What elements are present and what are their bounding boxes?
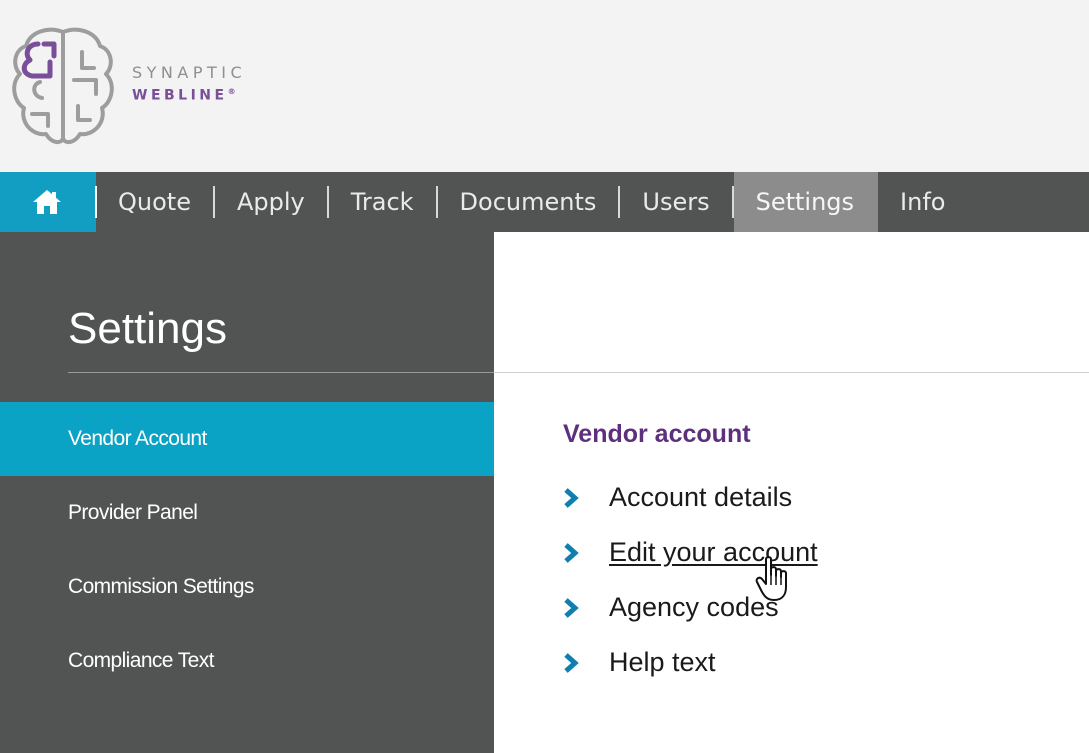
nav-quote[interactable]: Quote (96, 172, 215, 232)
sidebar-item-commission-settings[interactable]: Commission Settings (0, 550, 494, 624)
list-item: Account details (563, 470, 818, 525)
nav-apply[interactable]: Apply (215, 172, 329, 232)
brand-name: SYNAPTIC WEBLINE® (132, 63, 246, 105)
list-item: Edit your account (563, 525, 818, 580)
main-nav: Quote Apply Track Documents Users Settin… (0, 172, 1089, 232)
sidebar-item-compliance-text[interactable]: Compliance Text (0, 624, 494, 698)
sidebar: Settings Vendor Account Provider Panel C… (0, 232, 494, 753)
sidebar-item-provider-panel[interactable]: Provider Panel (0, 476, 494, 550)
list-item: Help text (563, 635, 818, 690)
section-title: Vendor account (563, 420, 751, 448)
chevron-right-icon (564, 652, 579, 673)
nav-track[interactable]: Track (329, 172, 438, 232)
account-details-link[interactable]: Account details (609, 482, 792, 513)
chevron-right-icon (564, 487, 579, 508)
brand-line1: SYNAPTIC (132, 63, 247, 82)
agency-codes-link[interactable]: Agency codes (609, 592, 779, 623)
sidebar-divider (68, 372, 494, 373)
sidebar-item-vendor-account[interactable]: Vendor Account (0, 402, 494, 476)
brand-line2-text: WEBLINE (132, 87, 228, 104)
list-item: Agency codes (563, 580, 818, 635)
chevron-right-icon (564, 542, 579, 563)
header: SYNAPTIC WEBLINE® (0, 0, 1089, 172)
chevron-right-icon (564, 597, 579, 618)
registered-mark: ® (227, 87, 236, 96)
help-text-link[interactable]: Help text (609, 647, 716, 678)
edit-your-account-link[interactable]: Edit your account (609, 537, 818, 568)
brain-logo-icon (12, 27, 114, 145)
sidebar-menu: Vendor Account Provider Panel Commission… (0, 402, 494, 698)
brand-line2: WEBLINE® (132, 83, 246, 105)
nav-info[interactable]: Info (878, 172, 969, 232)
nav-documents[interactable]: Documents (438, 172, 621, 232)
content-divider (494, 372, 1089, 373)
home-icon (33, 190, 61, 214)
nav-users[interactable]: Users (620, 172, 734, 232)
nav-settings[interactable]: Settings (733, 172, 879, 232)
settings-links: Account details Edit your account Agency… (563, 470, 818, 690)
sidebar-title: Settings (68, 304, 227, 353)
nav-home-button[interactable] (0, 172, 97, 232)
